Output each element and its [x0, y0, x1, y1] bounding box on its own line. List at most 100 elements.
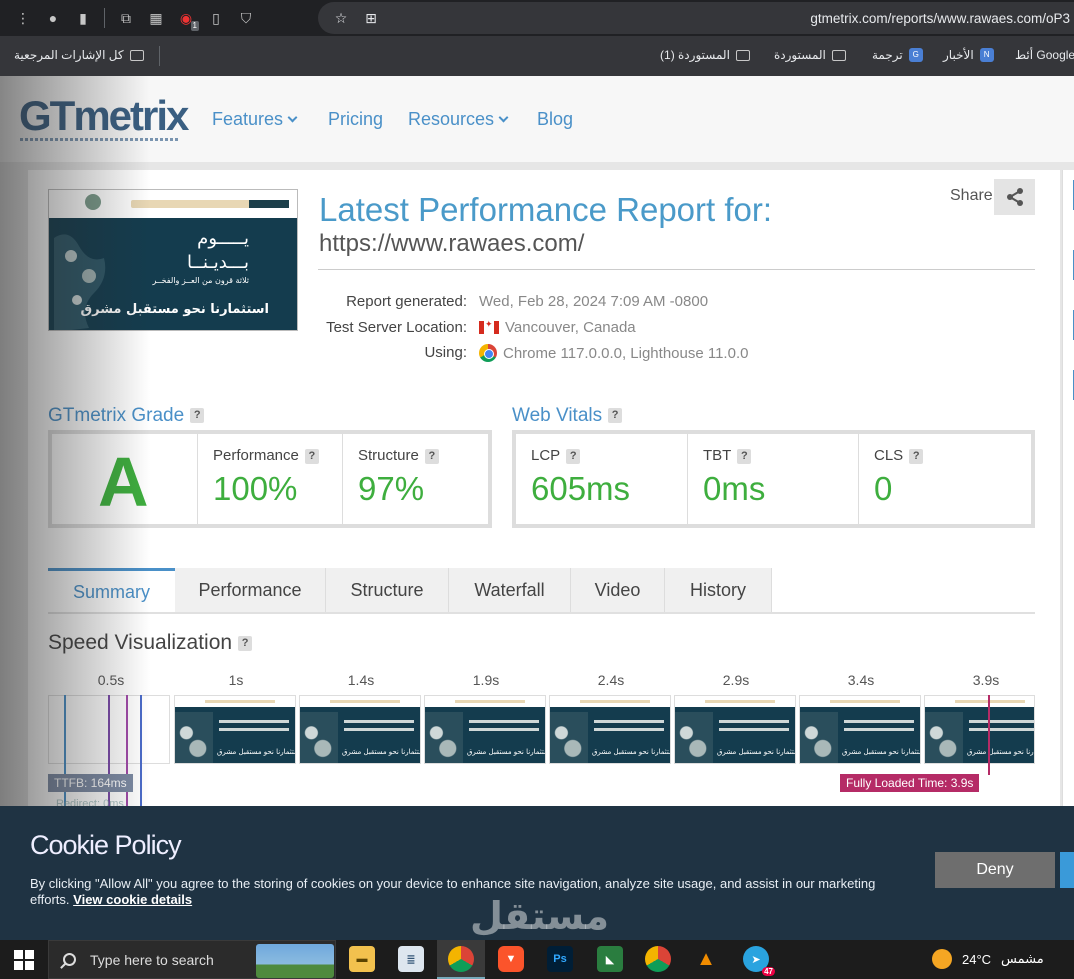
help-icon[interactable]: ? [424, 448, 439, 464]
bookmark-star-icon[interactable]: ☆ [326, 3, 356, 33]
bookmark-imported-1[interactable]: المستوردة (1) [660, 48, 750, 62]
help-icon[interactable]: ? [909, 448, 924, 464]
thumbnail-headline-2: بـــديـنــا [186, 252, 249, 273]
windows-start-icon[interactable] [14, 950, 34, 970]
structure-score-cell: Structure? 97% [343, 434, 488, 526]
brave-icon[interactable]: ▼ [498, 946, 524, 972]
address-bar[interactable]: ☆ ⊞ gtmetrix.com/reports/www.rawaes.com/… [318, 2, 1074, 34]
lcp-label: LCP? [531, 447, 581, 464]
filmstrip-frame[interactable]: استثمارنا نحو مستقبل مشرق [799, 695, 921, 764]
server-location-value: Vancouver, Canada [479, 319, 636, 336]
help-icon[interactable]: ? [608, 408, 623, 424]
nav-resources[interactable]: Resources [408, 109, 509, 130]
vlc-icon[interactable]: ▲ [693, 946, 719, 972]
help-icon[interactable]: ? [238, 635, 253, 651]
help-icon[interactable]: ? [737, 448, 752, 464]
help-icon[interactable]: ? [190, 408, 205, 424]
page-screenshot-thumbnail[interactable]: يـــــوم بـــديـنــا ثلاثة قرون من العــ… [48, 189, 298, 331]
extension-grid-icon[interactable]: ▦ [141, 3, 171, 33]
using-value: Chrome 117.0.0.0, Lighthouse 11.0.0 [479, 344, 748, 362]
tbt-cell: TBT? 0ms [688, 434, 859, 526]
lcp-cell: LCP? 605ms [516, 434, 688, 526]
bookmarks-bar: كل الإشارات المرجعية المستوردة (1) المست… [0, 36, 1074, 76]
translate-page-icon[interactable]: ⊞ [356, 3, 386, 33]
performance-score-cell: Performance? 100% [198, 434, 343, 526]
report-url[interactable]: https://www.rawaes.com/ [319, 230, 584, 258]
bookmark-news[interactable]: N الأخبار [943, 48, 994, 62]
filmstrip-tick: 3.4s [847, 672, 875, 688]
bookmarks-separator [159, 46, 160, 66]
tab-waterfall[interactable]: Waterfall [449, 568, 571, 612]
lcp-value: 605ms [531, 470, 631, 507]
share-label: Share [950, 187, 993, 204]
tab-history[interactable]: History [665, 568, 772, 612]
thumbnail-hero: يـــــوم بـــديـنــا ثلاثة قرون من العــ… [49, 218, 297, 330]
cls-label: CLS? [874, 447, 924, 464]
green-app-icon[interactable]: ◣ [597, 946, 623, 972]
share-button[interactable] [994, 179, 1035, 215]
nav-blog[interactable]: Blog [537, 109, 573, 130]
tbt-value: 0ms [703, 470, 766, 507]
mouse-extension-icon[interactable]: ▯ [201, 3, 231, 33]
view-cookie-details-link[interactable]: View cookie details [73, 892, 192, 907]
bookmark-all[interactable]: كل الإشارات المرجعية [14, 48, 144, 62]
tab-summary[interactable]: Summary [48, 568, 175, 614]
extensions-area: ⋮ ● ▮ ⧉ ▦ ◉ 1 ▯ ⛉ [0, 3, 261, 33]
weather-widget[interactable]: 24°C مشمس [932, 949, 1044, 969]
browser-toolbar: ⋮ ● ▮ ⧉ ▦ ◉ 1 ▯ ⛉ ☆ ⊞ gtmetrix.com/report… [0, 0, 1074, 36]
using-label: Using: [424, 344, 467, 361]
extensions-puzzle-icon[interactable]: ⧉ [111, 3, 141, 33]
menu-dots-icon[interactable]: ⋮ [8, 3, 38, 33]
chevron-down-icon [498, 112, 509, 123]
sidebar-icon[interactable]: ▮ [68, 3, 98, 33]
allow-all-button[interactable] [1060, 852, 1074, 888]
nav-pricing[interactable]: Pricing [328, 109, 383, 130]
site-header: GTmetrix Features Pricing Resources Blog [0, 76, 1074, 162]
chrome-taskbar-icon[interactable] [448, 946, 474, 972]
tabs-divider [48, 612, 1035, 614]
filmstrip-frame[interactable]: استثمارنا نحو مستقبل مشرق [174, 695, 296, 764]
bookmark-google-apps[interactable]: Google أئط [1015, 48, 1074, 62]
telegram-icon[interactable]: ➤ 47 [743, 946, 775, 976]
tab-performance[interactable]: Performance [175, 568, 326, 612]
server-location-label: Test Server Location: [326, 319, 467, 336]
gtmetrix-logo[interactable]: GTmetrix [19, 92, 189, 140]
filmstrip-tick: 1.9s [472, 672, 500, 688]
filmstrip-frame[interactable]: استثمارنا نحو مستقبل مشرق [549, 695, 671, 764]
folder-icon [735, 49, 750, 61]
help-icon[interactable]: ? [304, 448, 319, 464]
cookie-title: Cookie Policy [30, 830, 182, 860]
tab-video[interactable]: Video [571, 568, 665, 612]
profile-icon[interactable]: ● [38, 3, 68, 33]
google-translate-icon: G [908, 48, 923, 62]
extension-red-icon[interactable]: ◉ 1 [171, 3, 201, 33]
filmstrip-tick: 1s [228, 672, 244, 688]
filmstrip-tick: 1.4s [347, 672, 375, 688]
deny-button[interactable]: Deny [935, 852, 1055, 888]
url-text[interactable]: gtmetrix.com/reports/www.rawaes.com/oP3 [810, 11, 1070, 26]
tab-structure[interactable]: Structure [326, 568, 449, 612]
help-icon[interactable]: ? [566, 448, 581, 464]
windows-taskbar: Type here to search ▬ ≣ ▼ Ps ◣ ▲ ➤ 47 24°… [0, 940, 1074, 979]
bookmark-translate[interactable]: G ترجمة [872, 48, 923, 62]
photoshop-icon[interactable]: Ps [547, 946, 573, 972]
toolbar-separator [104, 8, 105, 28]
bookmark-imported[interactable]: المستوردة [774, 48, 846, 62]
google-news-icon: N [979, 48, 994, 62]
file-explorer-icon[interactable]: ▬ [349, 946, 375, 972]
chrome-profile-icon[interactable] [645, 946, 671, 972]
canada-flag-icon [479, 319, 499, 334]
filmstrip-frame[interactable]: استثمارنا نحو مستقبل مشرق [924, 695, 1035, 764]
grade-letter: A [98, 443, 149, 521]
filmstrip-frame[interactable]: استثمارنا نحو مستقبل مشرق [424, 695, 546, 764]
notepad-icon[interactable]: ≣ [398, 946, 424, 972]
filmstrip-frame[interactable]: استثمارنا نحو مستقبل مشرق [674, 695, 796, 764]
filmstrip-frame[interactable]: استثمارنا نحو مستقبل مشرق [299, 695, 421, 764]
thumbnail-headline-1: يـــــوم [197, 228, 249, 249]
cls-cell: CLS? 0 [859, 434, 1031, 526]
right-panel-edge [1062, 170, 1074, 810]
ttfb-label: TTFB: 164ms [48, 774, 133, 792]
search-icon [63, 953, 76, 966]
shield-icon[interactable]: ⛉ [231, 3, 261, 33]
nav-features[interactable]: Features [212, 109, 298, 130]
